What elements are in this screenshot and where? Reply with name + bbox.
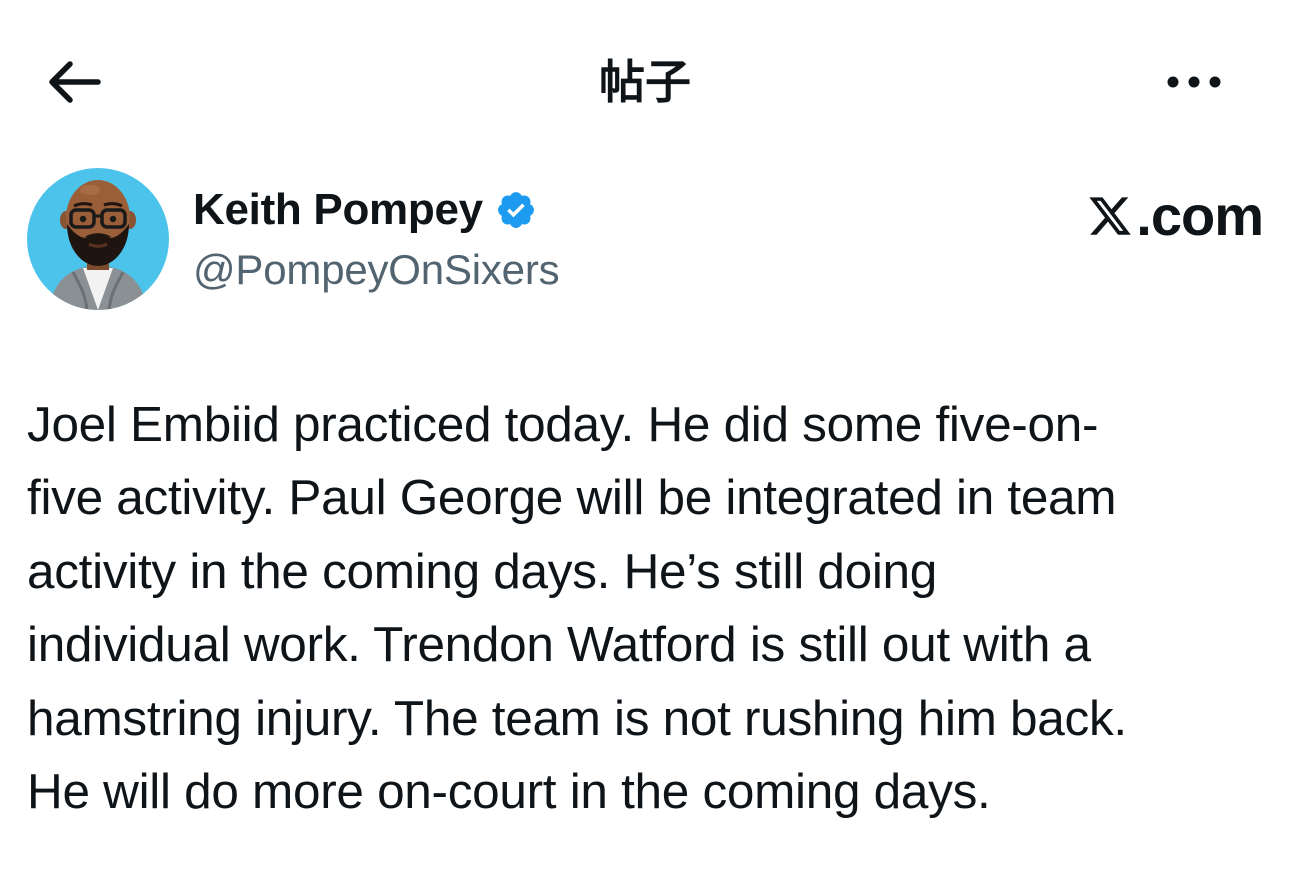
tweet-line: five activity. Paul George will be integ… (27, 470, 1117, 526)
more-options-button[interactable] (1158, 56, 1230, 108)
top-bar: 帖子 (0, 0, 1290, 165)
avatar[interactable] (27, 168, 169, 310)
tweet-line: individual work. Trendon Watford is stil… (27, 617, 1091, 673)
x-logo-icon (1089, 197, 1132, 235)
author-name-row[interactable]: Keith Pompey (193, 184, 537, 236)
verified-badge-icon (497, 192, 534, 228)
memoji-avatar-icon (27, 168, 169, 310)
author-handle[interactable]: @PompeyOnSixers (193, 244, 560, 296)
tweet-text: Joel Embiid practiced today. He did some… (27, 388, 1277, 828)
brand-watermark: .com (1086, 184, 1264, 247)
brand-domain-text: .com (1136, 184, 1264, 247)
tweet-line: hamstring injury. The team is not rushin… (27, 690, 1127, 746)
tweet-line: Joel Embiid practiced today. He did some… (27, 397, 1099, 452)
tweet-line: activity in the coming days. He’s still … (27, 543, 938, 599)
author-header: Keith Pompey @PompeyOnSixers .com (27, 168, 1264, 318)
page-title: 帖子 (599, 55, 691, 109)
more-horizontal-icon (1167, 76, 1221, 88)
tweet-line: He will do more on-court in the coming d… (27, 764, 991, 820)
author-display-name: Keith Pompey (193, 185, 483, 234)
